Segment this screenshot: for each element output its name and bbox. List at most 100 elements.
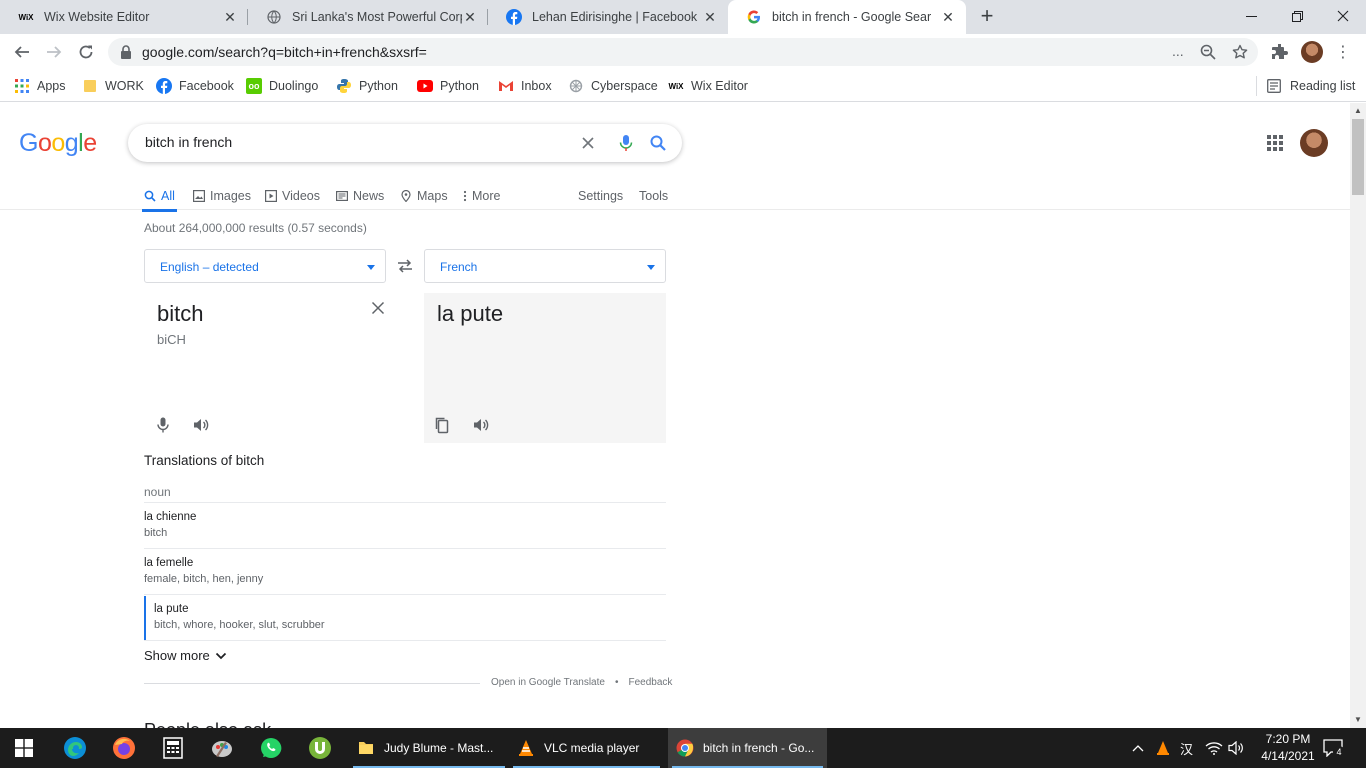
tab-all[interactable]: All	[142, 184, 177, 212]
open-in-translate-link[interactable]: Open in Google Translate	[491, 677, 605, 688]
divider	[144, 683, 480, 684]
source-language-select[interactable]: English – detected	[144, 249, 386, 283]
bookmark-apps[interactable]: Apps	[14, 76, 66, 96]
close-tab-icon[interactable]: ✕	[222, 9, 238, 25]
google-logo[interactable]: Google	[19, 129, 97, 158]
whatsapp-app[interactable]	[251, 732, 291, 764]
bookmark-facebook[interactable]: Facebook	[156, 76, 234, 96]
tab-sri-lanka[interactable]: Sri Lanka's Most Powerful Corpo ✕	[248, 0, 488, 34]
paint-app[interactable]	[202, 732, 242, 764]
speaker-icon[interactable]	[472, 416, 490, 434]
bookmark-inbox[interactable]: Inbox	[498, 76, 552, 96]
chrome-menu-icon[interactable]: ⋮	[1335, 42, 1351, 62]
tab-label: Images	[210, 189, 251, 203]
address-bar[interactable]: google.com/search?q=bitch+in+french&sxsr…	[108, 38, 1258, 66]
show-hidden-icons-button[interactable]	[1132, 728, 1144, 768]
scroll-down-icon[interactable]: ▼	[1354, 715, 1362, 724]
tab-label: Maps	[417, 189, 448, 203]
globe-icon	[266, 9, 282, 25]
target-language-select[interactable]: French	[424, 249, 666, 283]
scrollbar-thumb[interactable]	[1352, 119, 1364, 195]
tab-google-search[interactable]: bitch in french - Google Sear ✕	[728, 0, 966, 34]
voice-search-icon[interactable]	[617, 134, 635, 152]
bookmark-work[interactable]: WORK	[82, 76, 144, 96]
system-clock[interactable]: 7:20 PM 4/14/2021	[1256, 731, 1320, 765]
bookmark-youtube-python[interactable]: Python	[417, 76, 479, 96]
translation-row[interactable]: la chienne bitch	[144, 511, 666, 539]
tools-link[interactable]: Tools	[639, 184, 668, 208]
profile-avatar[interactable]	[1301, 41, 1323, 63]
tab-news[interactable]: News	[336, 184, 384, 208]
forward-button[interactable]	[40, 38, 68, 66]
speaker-icon[interactable]	[192, 416, 210, 434]
utorrent-app[interactable]	[300, 732, 340, 764]
lock-icon[interactable]	[120, 45, 132, 59]
utorrent-icon	[309, 737, 331, 759]
calculator-app[interactable]	[153, 732, 193, 764]
close-window-button[interactable]	[1320, 0, 1366, 32]
source-text-pane[interactable]: bitch biCH	[144, 293, 406, 443]
tab-facebook[interactable]: Lehan Edirisinghe | Facebook ✕	[488, 0, 728, 34]
edge-app[interactable]	[55, 732, 95, 764]
microphone-icon[interactable]	[154, 416, 172, 434]
swap-languages-icon[interactable]	[397, 259, 413, 273]
volume-control[interactable]	[1228, 728, 1244, 768]
tab-maps[interactable]: Maps	[400, 184, 448, 208]
tab-wix-editor[interactable]: WiX Wix Website Editor ✕	[0, 0, 248, 34]
taskbar-app-file-explorer[interactable]: Judy Blume - Mast...	[349, 728, 509, 768]
part-of-speech: noun	[144, 485, 171, 499]
divider	[144, 594, 666, 595]
close-tab-icon[interactable]: ✕	[462, 9, 478, 25]
firefox-app[interactable]	[104, 732, 144, 764]
taskbar-app-label: Judy Blume - Mast...	[384, 741, 494, 755]
network-status[interactable]	[1205, 728, 1223, 768]
bookmark-python[interactable]: Python	[336, 76, 398, 96]
notification-center-button[interactable]: 4	[1323, 728, 1345, 768]
zoom-icon[interactable]	[1200, 44, 1216, 60]
tab-more[interactable]: More	[462, 184, 500, 208]
clear-search-icon[interactable]	[579, 134, 597, 152]
taskbar-app-vlc[interactable]: VLC media player	[509, 728, 664, 768]
minimize-button[interactable]	[1228, 0, 1274, 32]
source-text[interactable]: bitch	[157, 301, 203, 327]
youtube-icon	[417, 78, 433, 94]
extensions-icon[interactable]	[1270, 42, 1290, 62]
google-apps-icon[interactable]	[1266, 134, 1284, 152]
wifi-icon	[1205, 742, 1223, 755]
bookmark-wix-editor[interactable]: WiX Wix Editor	[668, 76, 747, 96]
tab-images[interactable]: Images	[193, 184, 251, 208]
translation-row[interactable]: la femelle female, bitch, hen, jenny	[144, 557, 666, 585]
ime-indicator[interactable]: 汉	[1180, 728, 1193, 768]
bookmark-star-icon[interactable]	[1232, 44, 1248, 60]
reload-button[interactable]	[72, 38, 100, 66]
search-icon[interactable]	[649, 134, 667, 152]
url-text[interactable]: google.com/search?q=bitch+in+french&sxsr…	[142, 44, 427, 60]
taskbar-app-chrome[interactable]: bitch in french - Go...	[668, 728, 827, 768]
tab-title: bitch in french - Google Sear	[772, 10, 932, 24]
translation-row-selected[interactable]: la pute bitch, whore, hooker, slut, scru…	[144, 596, 666, 640]
reading-list-button[interactable]: Reading list	[1256, 76, 1355, 96]
copy-icon[interactable]	[433, 416, 451, 434]
tab-videos[interactable]: Videos	[265, 184, 320, 208]
close-tab-icon[interactable]: ✕	[940, 9, 956, 25]
bookmark-cyberspace[interactable]: Cyberspace	[568, 76, 658, 96]
settings-link[interactable]: Settings	[578, 184, 623, 208]
page-scrollbar[interactable]: ▲ ▼	[1350, 103, 1366, 728]
back-button[interactable]	[8, 38, 36, 66]
tray-vlc[interactable]	[1156, 728, 1170, 768]
close-tab-icon[interactable]: ✕	[702, 9, 718, 25]
scroll-up-icon[interactable]: ▲	[1354, 106, 1362, 115]
search-input[interactable]: bitch in french	[145, 134, 232, 150]
search-results-page: Google bitch in french All Images Videos…	[0, 103, 1350, 728]
bookmark-duolingo[interactable]: oo Duolingo	[246, 76, 318, 96]
translated-text: la pute	[437, 301, 504, 326]
browser-toolbar: google.com/search?q=bitch+in+french&sxsr…	[0, 34, 1366, 70]
start-button[interactable]	[4, 732, 44, 764]
restore-button[interactable]	[1274, 0, 1320, 32]
clear-source-icon[interactable]	[371, 301, 385, 315]
google-account-avatar[interactable]	[1300, 129, 1328, 157]
duolingo-icon: oo	[246, 78, 262, 94]
feedback-link[interactable]: Feedback	[628, 677, 672, 688]
new-tab-button[interactable]: +	[975, 5, 999, 29]
show-more-button[interactable]: Show more	[144, 648, 227, 663]
